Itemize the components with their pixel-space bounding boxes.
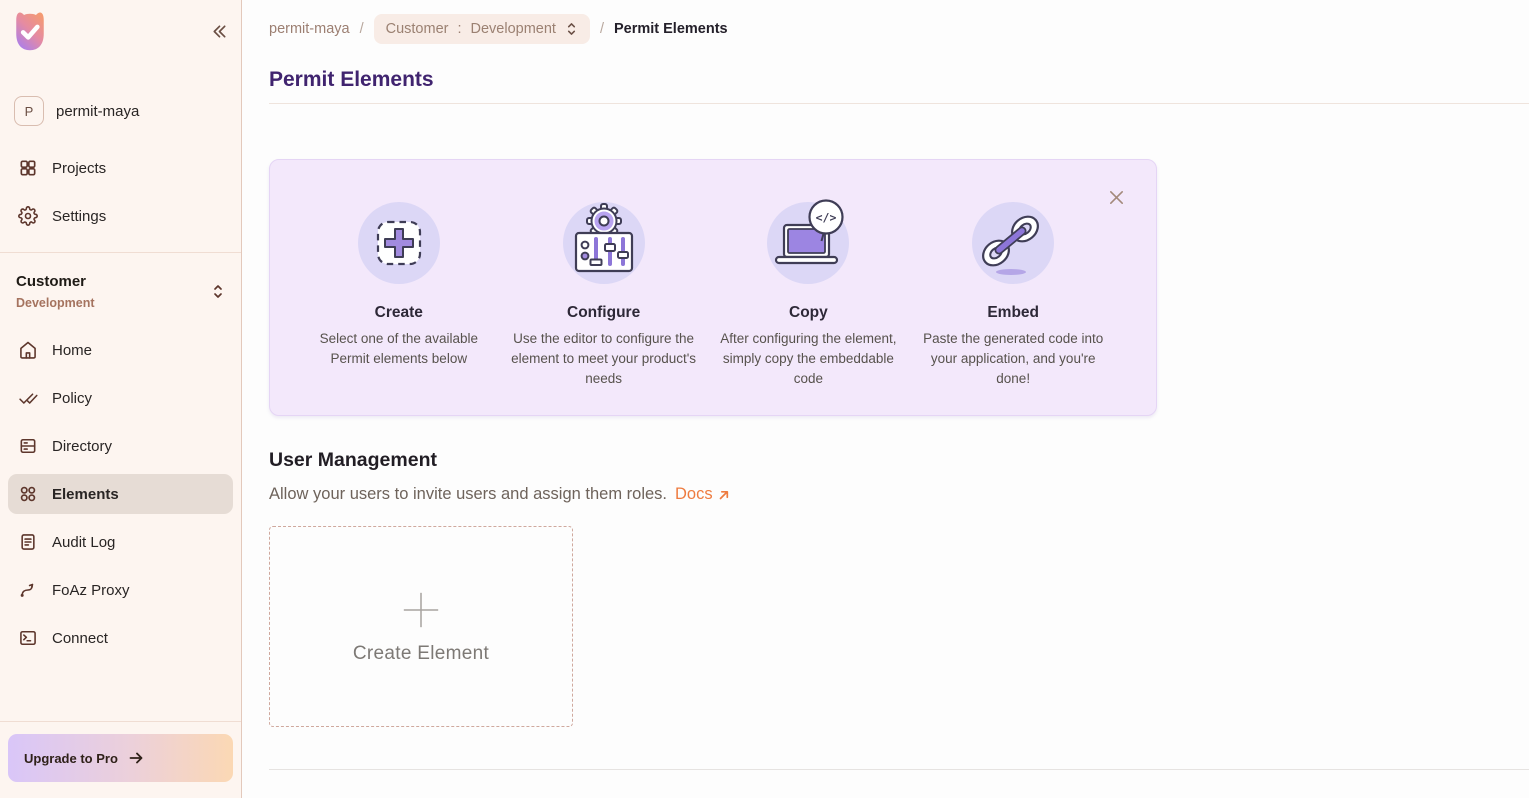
bottom-divider bbox=[269, 769, 1529, 770]
org-avatar: P bbox=[14, 96, 44, 126]
environment-switcher[interactable]: Customer Development bbox=[0, 263, 241, 318]
breadcrumb: permit-maya / Customer : Development / P… bbox=[269, 0, 1529, 58]
sidebar-item-label: Directory bbox=[52, 438, 112, 455]
banner-step-create: Create Select one of the available Permi… bbox=[303, 194, 495, 369]
sidebar-divider bbox=[0, 252, 241, 253]
breadcrumb-separator: / bbox=[360, 21, 364, 37]
sidebar-item-audit-log[interactable]: Audit Log bbox=[8, 522, 233, 562]
banner-step-copy: </> Copy After configuring the element, … bbox=[712, 194, 904, 389]
step-title: Configure bbox=[567, 304, 640, 322]
chevrons-left-icon bbox=[210, 22, 229, 41]
upgrade-to-pro-button[interactable]: Upgrade to Pro bbox=[8, 734, 233, 782]
step-description: Paste the generated code into your appli… bbox=[917, 329, 1109, 389]
breadcrumb-colon: : bbox=[457, 21, 461, 37]
audit-log-icon bbox=[18, 532, 38, 552]
create-element-card[interactable]: Create Element bbox=[269, 526, 573, 727]
permit-logo bbox=[8, 8, 52, 54]
chevron-up-down-icon bbox=[565, 21, 578, 37]
banner-step-embed: Embed Paste the generated code into your… bbox=[917, 194, 1109, 389]
docs-link-label: Docs bbox=[675, 485, 713, 504]
upgrade-button-label: Upgrade to Pro bbox=[24, 751, 118, 766]
sidebar-item-label: Connect bbox=[52, 630, 108, 647]
org-switcher[interactable]: P permit-maya bbox=[0, 96, 241, 126]
create-illustration-icon bbox=[351, 194, 447, 290]
step-description: Use the editor to configure the element … bbox=[508, 329, 700, 389]
docs-link[interactable]: Docs bbox=[675, 485, 730, 504]
external-link-arrow-icon bbox=[718, 489, 730, 501]
elements-icon bbox=[18, 484, 38, 504]
sidebar-item-foaz-proxy[interactable]: FoAz Proxy bbox=[8, 570, 233, 610]
close-icon bbox=[1107, 188, 1126, 207]
breadcrumb-org[interactable]: permit-maya bbox=[269, 21, 350, 37]
sidebar-item-label: Policy bbox=[52, 390, 92, 407]
sidebar-item-label: Projects bbox=[52, 160, 106, 177]
page-title: Permit Elements bbox=[269, 66, 1529, 94]
embed-illustration-icon bbox=[965, 194, 1061, 290]
sidebar-item-directory[interactable]: Directory bbox=[8, 426, 233, 466]
sidebar: P permit-maya Projects Settings bbox=[0, 0, 242, 798]
chevron-up-down-icon bbox=[211, 283, 225, 300]
banner-step-configure: Configure Use the editor to configure th… bbox=[508, 194, 700, 389]
breadcrumb-environment: Development bbox=[471, 21, 556, 37]
breadcrumb-current: Permit Elements bbox=[614, 21, 728, 37]
directory-icon bbox=[18, 436, 38, 456]
breadcrumb-project: Customer bbox=[386, 21, 449, 37]
org-name: permit-maya bbox=[56, 103, 139, 120]
svg-text:</>: </> bbox=[816, 211, 837, 225]
sidebar-item-settings[interactable]: Settings bbox=[8, 196, 233, 236]
sidebar-item-connect[interactable]: Connect bbox=[8, 618, 233, 658]
sidebar-item-label: Elements bbox=[52, 486, 119, 503]
gear-icon bbox=[18, 206, 38, 226]
main-content: permit-maya / Customer : Development / P… bbox=[242, 0, 1529, 798]
step-title: Create bbox=[375, 304, 423, 322]
banner-close-button[interactable] bbox=[1107, 188, 1126, 207]
section-description: Allow your users to invite users and ass… bbox=[269, 485, 667, 504]
grid-icon bbox=[18, 158, 38, 178]
onboarding-banner: Create Select one of the available Permi… bbox=[269, 159, 1157, 416]
sidebar-item-projects[interactable]: Projects bbox=[8, 148, 233, 188]
sidebar-item-policy[interactable]: Policy bbox=[8, 378, 233, 418]
project-name: Customer bbox=[16, 273, 95, 290]
configure-illustration-icon bbox=[556, 194, 652, 290]
title-divider bbox=[269, 103, 1529, 104]
create-element-label: Create Element bbox=[353, 643, 489, 665]
sidebar-item-label: Home bbox=[52, 342, 92, 359]
step-description: After configuring the element, simply co… bbox=[712, 329, 904, 389]
arrow-right-icon bbox=[128, 750, 144, 766]
step-description: Select one of the available Permit eleme… bbox=[303, 329, 495, 369]
sidebar-item-home[interactable]: Home bbox=[8, 330, 233, 370]
double-check-icon bbox=[18, 388, 38, 408]
step-title: Embed bbox=[987, 304, 1039, 322]
copy-illustration-icon: </> bbox=[760, 194, 856, 290]
plus-icon bbox=[400, 589, 442, 631]
breadcrumb-separator: / bbox=[600, 21, 604, 37]
sidebar-item-elements[interactable]: Elements bbox=[8, 474, 233, 514]
sidebar-item-label: FoAz Proxy bbox=[52, 582, 130, 599]
sidebar-collapse-button[interactable] bbox=[210, 22, 229, 41]
home-icon bbox=[18, 340, 38, 360]
proxy-route-icon bbox=[18, 580, 38, 600]
step-title: Copy bbox=[789, 304, 828, 322]
environment-name: Development bbox=[16, 296, 95, 310]
sidebar-item-label: Settings bbox=[52, 208, 106, 225]
section-title: User Management bbox=[269, 449, 1529, 472]
terminal-icon bbox=[18, 628, 38, 648]
sidebar-item-label: Audit Log bbox=[52, 534, 115, 551]
breadcrumb-project-env-pill[interactable]: Customer : Development bbox=[374, 14, 590, 44]
